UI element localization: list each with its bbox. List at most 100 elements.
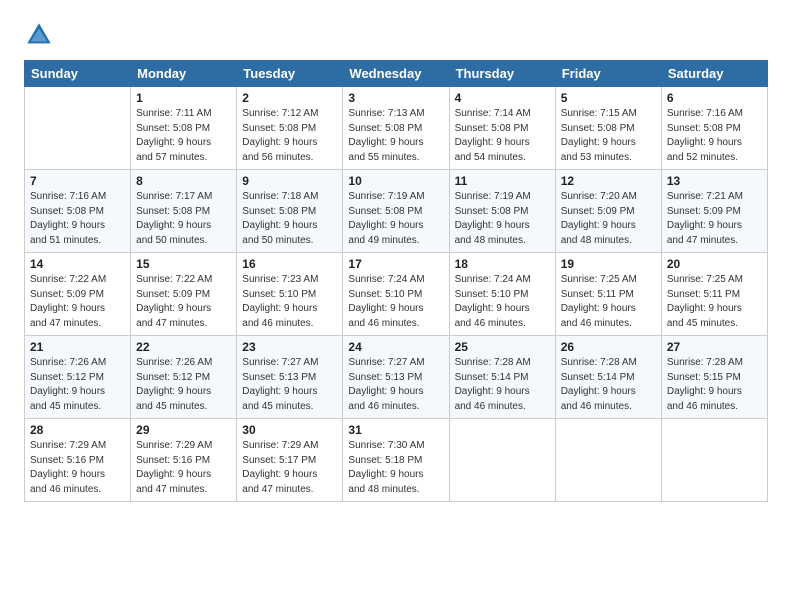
day-info: Sunrise: 7:23 AM Sunset: 5:10 PM Dayligh… [242, 273, 337, 331]
day-number: 4 [455, 91, 550, 105]
day-info: Sunrise: 7:13 AM Sunset: 5:08 PM Dayligh… [348, 107, 443, 165]
day-number: 22 [136, 340, 231, 354]
day-number: 17 [348, 257, 443, 271]
day-info: Sunrise: 7:11 AM Sunset: 5:08 PM Dayligh… [136, 107, 231, 165]
day-info: Sunrise: 7:29 AM Sunset: 5:16 PM Dayligh… [30, 439, 125, 497]
day-info: Sunrise: 7:27 AM Sunset: 5:13 PM Dayligh… [348, 356, 443, 414]
day-info: Sunrise: 7:26 AM Sunset: 5:12 PM Dayligh… [136, 356, 231, 414]
day-cell: 7 Sunrise: 7:16 AM Sunset: 5:08 PM Daylig… [25, 170, 131, 253]
day-cell: 10 Sunrise: 7:19 AM Sunset: 5:08 PM Dayli… [343, 170, 449, 253]
day-number: 29 [136, 423, 231, 437]
day-info: Sunrise: 7:22 AM Sunset: 5:09 PM Dayligh… [30, 273, 125, 331]
day-cell: 21 Sunrise: 7:26 AM Sunset: 5:12 PM Dayli… [25, 336, 131, 419]
day-number: 5 [561, 91, 656, 105]
day-cell: 23 Sunrise: 7:27 AM Sunset: 5:13 PM Dayli… [237, 336, 343, 419]
day-info: Sunrise: 7:24 AM Sunset: 5:10 PM Dayligh… [455, 273, 550, 331]
day-cell [661, 419, 767, 502]
day-number: 23 [242, 340, 337, 354]
day-info: Sunrise: 7:18 AM Sunset: 5:08 PM Dayligh… [242, 190, 337, 248]
day-cell: 9Sunrise: 7:18 AM Sunset: 5:08 PM Daylig… [237, 170, 343, 253]
day-cell: 16 Sunrise: 7:23 AM Sunset: 5:10 PM Dayli… [237, 253, 343, 336]
week-row-3: 21 Sunrise: 7:26 AM Sunset: 5:12 PM Dayli… [25, 336, 768, 419]
day-info: Sunrise: 7:26 AM Sunset: 5:12 PM Dayligh… [30, 356, 125, 414]
day-number: 7 [30, 174, 125, 188]
day-number: 24 [348, 340, 443, 354]
day-cell: 2 Sunrise: 7:12 AM Sunset: 5:08 PM Daylig… [237, 87, 343, 170]
day-number: 14 [30, 257, 125, 271]
day-number: 21 [30, 340, 125, 354]
day-info: Sunrise: 7:28 AM Sunset: 5:15 PM Dayligh… [667, 356, 762, 414]
weekday-header-saturday: Saturday [661, 61, 767, 87]
day-cell: 30 Sunrise: 7:29 AM Sunset: 5:17 PM Dayli… [237, 419, 343, 502]
day-cell [25, 87, 131, 170]
day-cell: 31 Sunrise: 7:30 AM Sunset: 5:18 PM Dayli… [343, 419, 449, 502]
day-info: Sunrise: 7:19 AM Sunset: 5:08 PM Dayligh… [348, 190, 443, 248]
week-row-1: 7 Sunrise: 7:16 AM Sunset: 5:08 PM Daylig… [25, 170, 768, 253]
day-info: Sunrise: 7:30 AM Sunset: 5:18 PM Dayligh… [348, 439, 443, 497]
day-number: 10 [348, 174, 443, 188]
day-cell: 24 Sunrise: 7:27 AM Sunset: 5:13 PM Dayli… [343, 336, 449, 419]
day-info: Sunrise: 7:12 AM Sunset: 5:08 PM Dayligh… [242, 107, 337, 165]
weekday-header-monday: Monday [131, 61, 237, 87]
day-cell: 3 Sunrise: 7:13 AM Sunset: 5:08 PM Daylig… [343, 87, 449, 170]
day-cell: 17 Sunrise: 7:24 AM Sunset: 5:10 PM Dayli… [343, 253, 449, 336]
day-number: 8 [136, 174, 231, 188]
day-cell: 11Sunrise: 7:19 AM Sunset: 5:08 PM Dayli… [449, 170, 555, 253]
day-cell: 4 Sunrise: 7:14 AM Sunset: 5:08 PM Daylig… [449, 87, 555, 170]
day-info: Sunrise: 7:28 AM Sunset: 5:14 PM Dayligh… [561, 356, 656, 414]
day-info: Sunrise: 7:15 AM Sunset: 5:08 PM Dayligh… [561, 107, 656, 165]
day-number: 13 [667, 174, 762, 188]
day-cell: 20 Sunrise: 7:25 AM Sunset: 5:11 PM Dayli… [661, 253, 767, 336]
day-number: 27 [667, 340, 762, 354]
weekday-header-wednesday: Wednesday [343, 61, 449, 87]
day-info: Sunrise: 7:17 AM Sunset: 5:08 PM Dayligh… [136, 190, 231, 248]
day-number: 25 [455, 340, 550, 354]
day-info: Sunrise: 7:24 AM Sunset: 5:10 PM Dayligh… [348, 273, 443, 331]
day-number: 15 [136, 257, 231, 271]
day-cell: 13 Sunrise: 7:21 AM Sunset: 5:09 PM Dayli… [661, 170, 767, 253]
day-cell: 15Sunrise: 7:22 AM Sunset: 5:09 PM Dayli… [131, 253, 237, 336]
day-info: Sunrise: 7:16 AM Sunset: 5:08 PM Dayligh… [667, 107, 762, 165]
week-row-2: 14 Sunrise: 7:22 AM Sunset: 5:09 PM Dayli… [25, 253, 768, 336]
day-cell: 6 Sunrise: 7:16 AM Sunset: 5:08 PM Daylig… [661, 87, 767, 170]
day-info: Sunrise: 7:20 AM Sunset: 5:09 PM Dayligh… [561, 190, 656, 248]
day-cell: 18Sunrise: 7:24 AM Sunset: 5:10 PM Dayli… [449, 253, 555, 336]
page: SundayMondayTuesdayWednesdayThursdayFrid… [0, 0, 792, 612]
day-cell: 25Sunrise: 7:28 AM Sunset: 5:14 PM Dayli… [449, 336, 555, 419]
day-cell: 28Sunrise: 7:29 AM Sunset: 5:16 PM Dayli… [25, 419, 131, 502]
weekday-header-thursday: Thursday [449, 61, 555, 87]
day-cell: 1Sunrise: 7:11 AM Sunset: 5:08 PM Daylig… [131, 87, 237, 170]
day-info: Sunrise: 7:16 AM Sunset: 5:08 PM Dayligh… [30, 190, 125, 248]
day-number: 6 [667, 91, 762, 105]
weekday-header-sunday: Sunday [25, 61, 131, 87]
day-info: Sunrise: 7:14 AM Sunset: 5:08 PM Dayligh… [455, 107, 550, 165]
day-cell: 14 Sunrise: 7:22 AM Sunset: 5:09 PM Dayli… [25, 253, 131, 336]
day-cell: 5 Sunrise: 7:15 AM Sunset: 5:08 PM Daylig… [555, 87, 661, 170]
day-number: 31 [348, 423, 443, 437]
header-area [24, 20, 768, 50]
calendar: SundayMondayTuesdayWednesdayThursdayFrid… [24, 60, 768, 502]
weekday-header-tuesday: Tuesday [237, 61, 343, 87]
week-row-4: 28Sunrise: 7:29 AM Sunset: 5:16 PM Dayli… [25, 419, 768, 502]
day-cell: 26 Sunrise: 7:28 AM Sunset: 5:14 PM Dayli… [555, 336, 661, 419]
day-info: Sunrise: 7:25 AM Sunset: 5:11 PM Dayligh… [667, 273, 762, 331]
day-info: Sunrise: 7:21 AM Sunset: 5:09 PM Dayligh… [667, 190, 762, 248]
day-number: 16 [242, 257, 337, 271]
day-cell: 22 Sunrise: 7:26 AM Sunset: 5:12 PM Dayli… [131, 336, 237, 419]
day-cell: 19Sunrise: 7:25 AM Sunset: 5:11 PM Dayli… [555, 253, 661, 336]
day-number: 20 [667, 257, 762, 271]
day-info: Sunrise: 7:27 AM Sunset: 5:13 PM Dayligh… [242, 356, 337, 414]
day-info: Sunrise: 7:29 AM Sunset: 5:16 PM Dayligh… [136, 439, 231, 497]
day-cell: 8 Sunrise: 7:17 AM Sunset: 5:08 PM Daylig… [131, 170, 237, 253]
day-number: 26 [561, 340, 656, 354]
day-number: 30 [242, 423, 337, 437]
logo [24, 20, 58, 50]
day-number: 3 [348, 91, 443, 105]
day-info: Sunrise: 7:29 AM Sunset: 5:17 PM Dayligh… [242, 439, 337, 497]
day-cell: 29 Sunrise: 7:29 AM Sunset: 5:16 PM Dayli… [131, 419, 237, 502]
weekday-header-friday: Friday [555, 61, 661, 87]
day-number: 2 [242, 91, 337, 105]
day-number: 11 [455, 174, 550, 188]
week-row-0: 1Sunrise: 7:11 AM Sunset: 5:08 PM Daylig… [25, 87, 768, 170]
day-cell [449, 419, 555, 502]
